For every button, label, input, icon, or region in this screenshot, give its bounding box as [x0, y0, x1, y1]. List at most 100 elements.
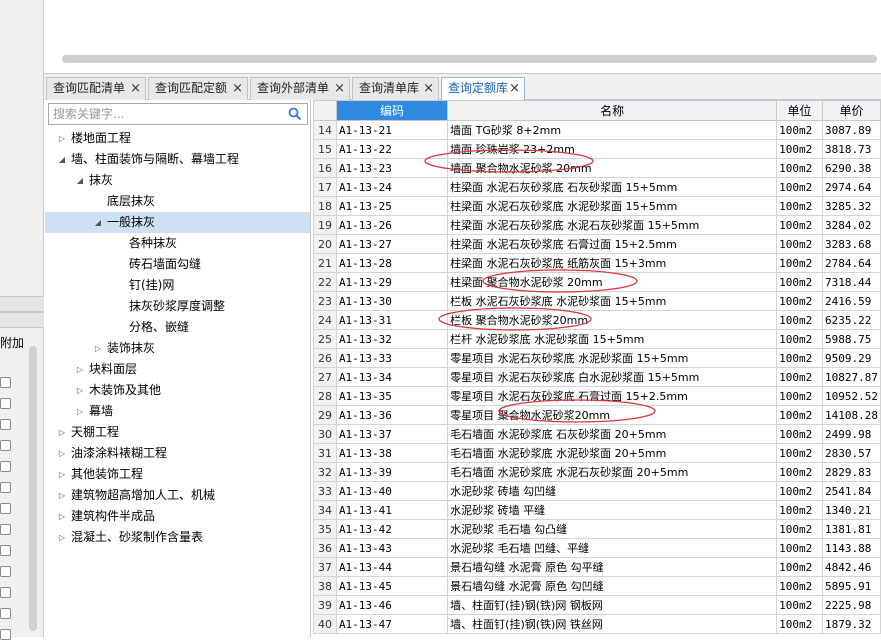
- quota-price-cell[interactable]: 3285.32: [821, 196, 881, 216]
- quota-unit-cell[interactable]: 100m2: [776, 500, 823, 520]
- quota-code-cell[interactable]: A1-13-41: [335, 500, 449, 520]
- quota-price-cell[interactable]: 1340.21: [821, 500, 881, 520]
- table-row[interactable]: 22 A1-13-29 柱梁面 聚合物水泥砂浆 20mm 100m2 7318.44: [313, 272, 881, 292]
- tree-node[interactable]: ▷ 天棚工程: [45, 422, 310, 443]
- table-row[interactable]: 27 A1-13-34 零星项目 水泥石灰砂浆底 白水泥砂浆面 15+5mm 100m…: [313, 367, 881, 387]
- expand-arrow-icon[interactable]: ▷: [57, 527, 67, 548]
- row-checkbox[interactable]: [0, 461, 11, 472]
- quota-code-cell[interactable]: A1-13-37: [335, 424, 449, 444]
- row-number-cell[interactable]: 39: [313, 595, 337, 615]
- quota-code-cell[interactable]: A1-13-28: [335, 253, 449, 273]
- quota-name-cell[interactable]: 毛石墙面 水泥砂浆底 水泥石灰砂浆面 20+5mm: [447, 462, 778, 482]
- tree-node[interactable]: ▷ 块料面层: [45, 359, 310, 380]
- quota-price-cell[interactable]: 2784.64: [821, 253, 881, 273]
- table-row[interactable]: 23 A1-13-30 栏板 水泥石灰砂浆底 水泥砂浆面 15+5mm 100m2 24…: [313, 291, 881, 311]
- row-number-cell[interactable]: 24: [313, 310, 337, 330]
- row-number-cell[interactable]: 33: [313, 481, 337, 501]
- table-row[interactable]: 16 A1-13-23 墙面 聚合物水泥砂浆 20mm 100m2 6290.38: [313, 158, 881, 178]
- table-row[interactable]: 28 A1-13-35 零星项目 水泥石灰砂浆底 石膏过面 15+2.5mm 100m…: [313, 386, 881, 406]
- row-checkbox[interactable]: [0, 629, 11, 640]
- quota-name-cell[interactable]: 零星项目 水泥石灰砂浆底 白水泥砂浆面 15+5mm: [447, 367, 778, 387]
- table-row[interactable]: 32 A1-13-39 毛石墙面 水泥砂浆底 水泥石灰砂浆面 20+5mm 100m2…: [313, 462, 881, 482]
- quota-unit-cell[interactable]: 100m2: [776, 177, 823, 197]
- row-number-cell[interactable]: 32: [313, 462, 337, 482]
- quota-unit-cell[interactable]: 100m2: [776, 253, 823, 273]
- quota-unit-cell[interactable]: 100m2: [776, 291, 823, 311]
- tree-node[interactable]: 底层抹灰: [45, 191, 310, 212]
- table-row[interactable]: 37 A1-13-44 景石墙勾缝 水泥膏 原色 勾平缝 100m2 4842.46: [313, 557, 881, 577]
- quota-code-cell[interactable]: A1-13-46: [335, 595, 449, 615]
- tree-node[interactable]: ▷ 混凝土、砂浆制作含量表: [45, 527, 310, 548]
- quota-name-cell[interactable]: 水泥砂浆 砖墙 平缝: [447, 500, 778, 520]
- row-checkbox[interactable]: [0, 587, 11, 598]
- quota-unit-cell[interactable]: 100m2: [776, 139, 823, 159]
- quota-price-cell[interactable]: 5988.75: [821, 329, 881, 349]
- table-row[interactable]: 18 A1-13-25 柱梁面 水泥石灰砂浆底 水泥砂浆面 15+5mm 100m2 3…: [313, 196, 881, 216]
- row-number-cell[interactable]: 17: [313, 177, 337, 197]
- quota-code-cell[interactable]: A1-13-32: [335, 329, 449, 349]
- quota-code-cell[interactable]: A1-13-45: [335, 576, 449, 596]
- tree-node[interactable]: ▷ 木装饰及其他: [45, 380, 310, 401]
- row-checkbox[interactable]: [0, 398, 11, 409]
- quota-name-cell[interactable]: 水泥砂浆 毛石墙 勾凸缝: [447, 519, 778, 539]
- row-checkbox[interactable]: [0, 377, 11, 388]
- quota-price-cell[interactable]: 3284.02: [821, 215, 881, 235]
- tree-node[interactable]: ▷ 建筑构件半成品: [45, 506, 310, 527]
- tree-node[interactable]: 各种抹灰: [45, 233, 310, 254]
- row-number-cell[interactable]: 40: [313, 614, 337, 634]
- table-row[interactable]: 36 A1-13-43 水泥砂浆 毛石墙 凹缝、平缝 100m2 1143.88: [313, 538, 881, 558]
- quota-name-cell[interactable]: 墙面 珍珠岩浆 23+2mm: [447, 139, 778, 159]
- quota-price-cell[interactable]: 2499.98: [821, 424, 881, 444]
- row-number-cell[interactable]: 15: [313, 139, 337, 159]
- quota-name-cell[interactable]: 毛石墙面 水泥砂浆底 石灰砂浆面 20+5mm: [447, 424, 778, 444]
- quota-price-cell[interactable]: 2416.59: [821, 291, 881, 311]
- quota-unit-cell[interactable]: 100m2: [776, 557, 823, 577]
- quota-price-cell[interactable]: 7318.44: [821, 272, 881, 292]
- row-number-cell[interactable]: 37: [313, 557, 337, 577]
- quota-name-cell[interactable]: 零星项目 聚合物水泥砂浆20mm: [447, 405, 778, 425]
- quota-name-cell[interactable]: 景石墙勾缝 水泥膏 原色 勾平缝: [447, 557, 778, 577]
- row-checkbox[interactable]: [0, 608, 11, 619]
- row-number-cell[interactable]: 34: [313, 500, 337, 520]
- quota-name-cell[interactable]: 柱梁面 水泥石灰砂浆底 石灰砂浆面 15+5mm: [447, 177, 778, 197]
- table-row[interactable]: 25 A1-13-32 栏杆 水泥砂浆底 水泥砂浆面 15+5mm 100m2 5988…: [313, 329, 881, 349]
- quota-name-cell[interactable]: 柱梁面 水泥石灰砂浆底 水泥砂浆面 15+5mm: [447, 196, 778, 216]
- quota-price-cell[interactable]: 6235.22: [821, 310, 881, 330]
- quota-price-cell[interactable]: 3818.73: [821, 139, 881, 159]
- tree-node[interactable]: ▷ 幕墙: [45, 401, 310, 422]
- quota-name-cell[interactable]: 柱梁面 水泥石灰砂浆底 石膏过面 15+2.5mm: [447, 234, 778, 254]
- quota-unit-cell[interactable]: 100m2: [776, 481, 823, 501]
- row-number-cell[interactable]: 21: [313, 253, 337, 273]
- expand-arrow-icon[interactable]: ▷: [93, 338, 103, 359]
- quota-code-cell[interactable]: A1-13-26: [335, 215, 449, 235]
- collapse-arrow-icon[interactable]: ◢: [93, 212, 103, 233]
- row-number-cell[interactable]: 38: [313, 576, 337, 596]
- search-input[interactable]: [49, 104, 279, 124]
- row-number-cell[interactable]: 20: [313, 234, 337, 254]
- quota-name-cell[interactable]: 毛石墙面 水泥砂浆底 水泥砂浆面 20+5mm: [447, 443, 778, 463]
- quota-unit-cell[interactable]: 100m2: [776, 329, 823, 349]
- quota-code-cell[interactable]: A1-13-40: [335, 481, 449, 501]
- table-row[interactable]: 35 A1-13-42 水泥砂浆 毛石墙 勾凸缝 100m2 1381.81: [313, 519, 881, 539]
- quota-name-cell[interactable]: 零星项目 水泥石灰砂浆底 水泥砂浆面 15+5mm: [447, 348, 778, 368]
- row-number-cell[interactable]: 30: [313, 424, 337, 444]
- quota-name-cell[interactable]: 墙面 聚合物水泥砂浆 20mm: [447, 158, 778, 178]
- quota-code-cell[interactable]: A1-13-31: [335, 310, 449, 330]
- search-icon[interactable]: [288, 107, 302, 121]
- quota-price-cell[interactable]: 3087.89: [821, 120, 881, 140]
- quota-unit-cell[interactable]: 100m2: [776, 576, 823, 596]
- table-row[interactable]: 30 A1-13-37 毛石墙面 水泥砂浆底 石灰砂浆面 20+5mm 100m2 24…: [313, 424, 881, 444]
- column-header-price[interactable]: 单价: [821, 100, 881, 121]
- quota-unit-cell[interactable]: 100m2: [776, 310, 823, 330]
- expand-arrow-icon[interactable]: ▷: [75, 359, 85, 380]
- quota-code-cell[interactable]: A1-13-27: [335, 234, 449, 254]
- close-icon[interactable]: ×: [509, 78, 520, 99]
- row-number-cell[interactable]: 35: [313, 519, 337, 539]
- expand-arrow-icon[interactable]: ▷: [57, 506, 67, 527]
- column-header-code[interactable]: 编码: [335, 100, 449, 121]
- quota-name-cell[interactable]: 柱梁面 水泥石灰砂浆底 水泥石灰砂浆面 15+5mm: [447, 215, 778, 235]
- tree-node[interactable]: ▷ 楼地面工程: [45, 128, 310, 149]
- tree-node[interactable]: ▷ 其他装饰工程: [45, 464, 310, 485]
- row-number-cell[interactable]: 25: [313, 329, 337, 349]
- quota-code-cell[interactable]: A1-13-42: [335, 519, 449, 539]
